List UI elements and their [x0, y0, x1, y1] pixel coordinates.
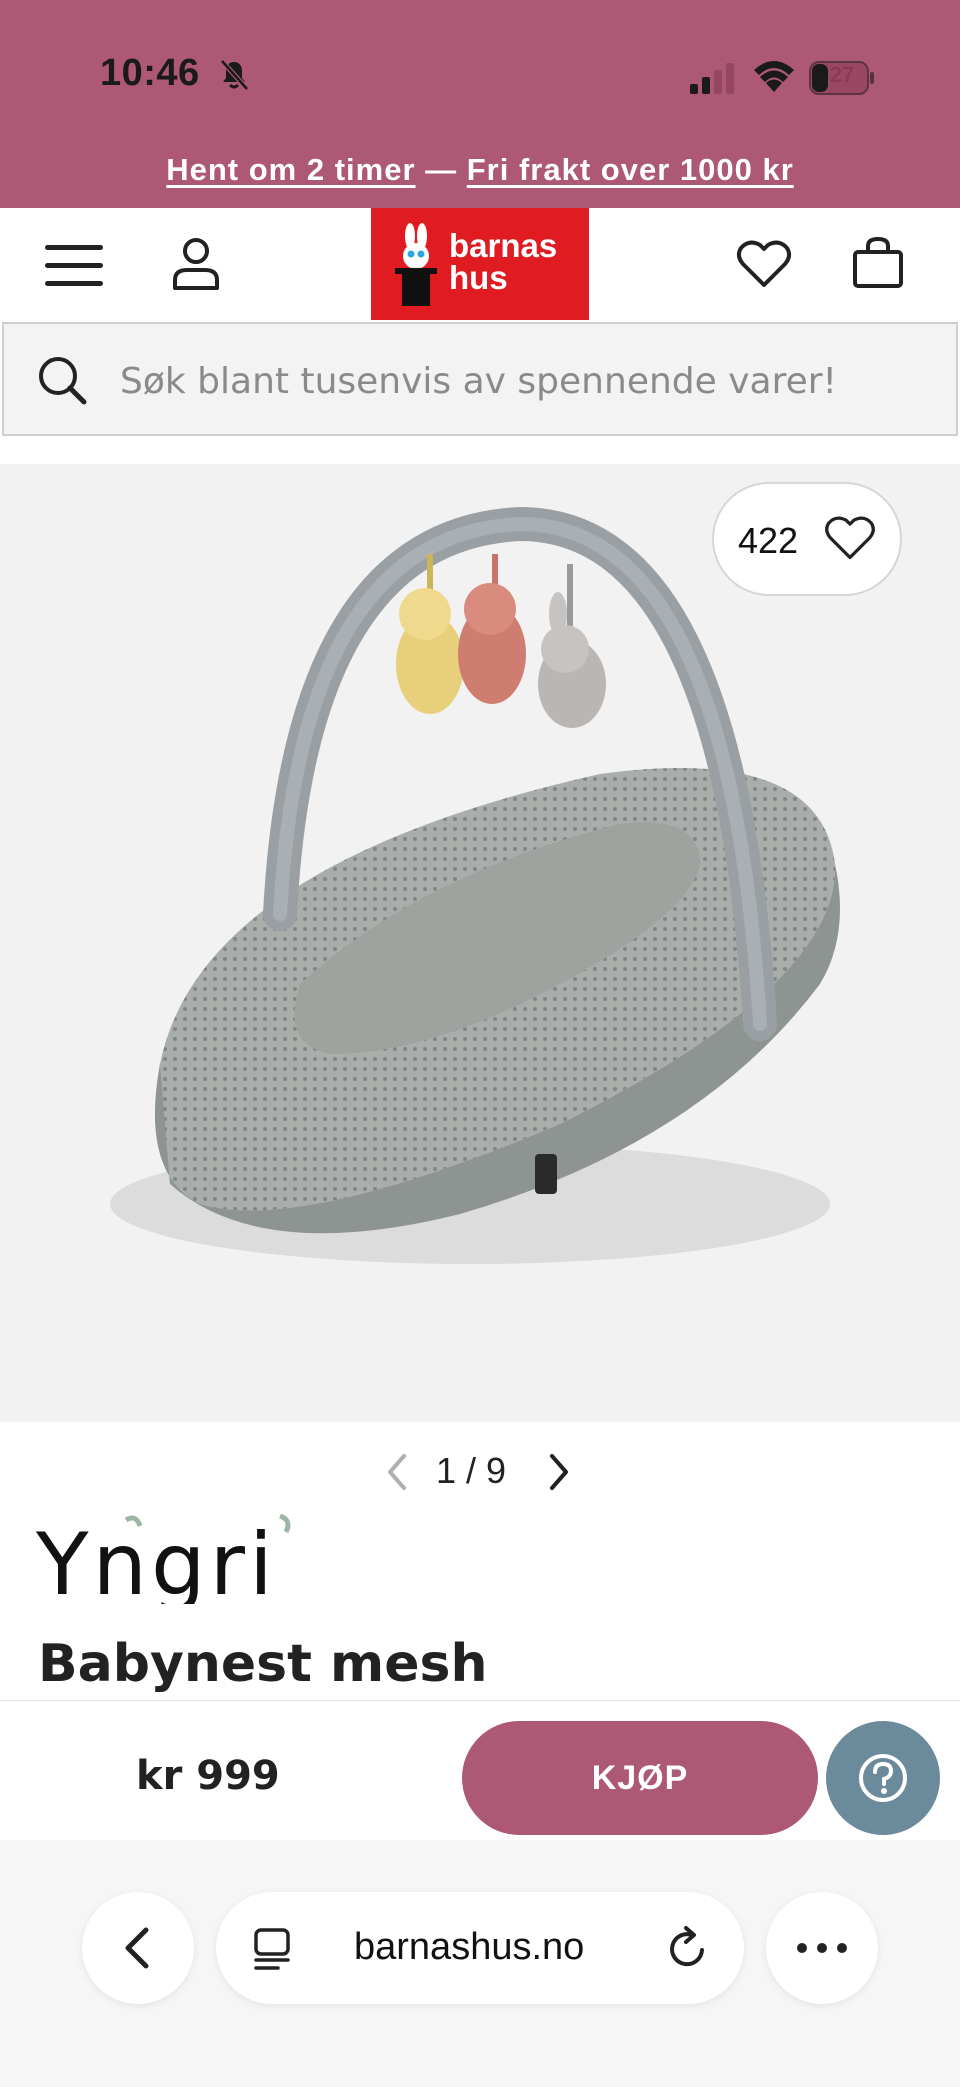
ellipsis-icon — [797, 1943, 847, 1953]
heart-icon — [825, 516, 875, 560]
promo-banner: Hent om 2 timer — Fri frakt over 1000 kr — [0, 152, 960, 188]
reload-icon[interactable] — [664, 1924, 712, 1972]
like-button[interactable]: 422 — [712, 482, 902, 596]
chevron-right-icon[interactable] — [542, 1450, 576, 1494]
brand-logo-yngri[interactable]: Yngri — [36, 1514, 296, 1604]
chevron-left-icon[interactable] — [380, 1450, 414, 1494]
search-input[interactable] — [120, 354, 920, 408]
shopping-bag-icon — [853, 236, 903, 288]
product-price: kr 999 — [136, 1753, 280, 1799]
browser-toolbar: barnashus.no — [0, 1840, 960, 2087]
search-bar[interactable] — [2, 322, 958, 436]
search-icon — [39, 357, 87, 405]
address-bar[interactable]: barnashus.no — [216, 1892, 744, 2004]
mute-bell-icon — [220, 59, 249, 91]
cellular-signal-icon — [690, 63, 734, 94]
heart-icon — [736, 240, 792, 287]
pager-counter: 1 / 9 — [436, 1450, 507, 1491]
chevron-left-icon — [125, 1927, 149, 1969]
free-shipping-link[interactable]: Fri frakt over 1000 kr — [467, 152, 794, 187]
url-text: barnashus.no — [354, 1926, 585, 1968]
promo-separator: — — [415, 152, 467, 187]
reader-mode-icon[interactable] — [252, 1926, 298, 1972]
site-header: barnas hus — [0, 208, 960, 320]
wishlist-button[interactable] — [726, 228, 802, 300]
browser-back-button[interactable] — [82, 1892, 194, 2004]
svg-text:Yngri: Yngri — [36, 1515, 277, 1604]
account-button[interactable] — [160, 228, 232, 300]
question-icon — [859, 1754, 907, 1802]
battery-level: 27 — [829, 62, 855, 87]
status-time: 10:46 — [100, 52, 200, 94]
product-image[interactable] — [0, 464, 960, 1422]
buy-bar: kr 999 KJØP — [0, 1700, 960, 1840]
top-band: 10:46 27 Hent om 2 timer — Fri frakt ove… — [0, 0, 960, 208]
barnashus-logo[interactable]: barnas hus — [371, 208, 589, 320]
logo-line-1: barnas — [449, 227, 558, 264]
user-icon — [173, 238, 219, 290]
pickup-link[interactable]: Hent om 2 timer — [166, 152, 415, 187]
rabbit-in-hat-icon — [395, 223, 437, 306]
babynest-photo — [110, 506, 840, 1264]
product-title: Babynest mesh — [38, 1634, 488, 1694]
buy-button[interactable]: KJØP — [462, 1721, 818, 1835]
browser-more-button[interactable] — [766, 1892, 878, 2004]
logo-text: barnas hus — [449, 227, 558, 296]
help-button[interactable] — [826, 1721, 940, 1835]
wifi-icon — [754, 61, 794, 92]
logo-line-2: hus — [449, 259, 508, 296]
hamburger-icon — [45, 245, 103, 286]
like-count: 422 — [738, 520, 799, 561]
cart-button[interactable] — [840, 226, 916, 300]
image-pager: 1 / 9 — [380, 1446, 580, 1496]
menu-button[interactable] — [36, 230, 112, 300]
